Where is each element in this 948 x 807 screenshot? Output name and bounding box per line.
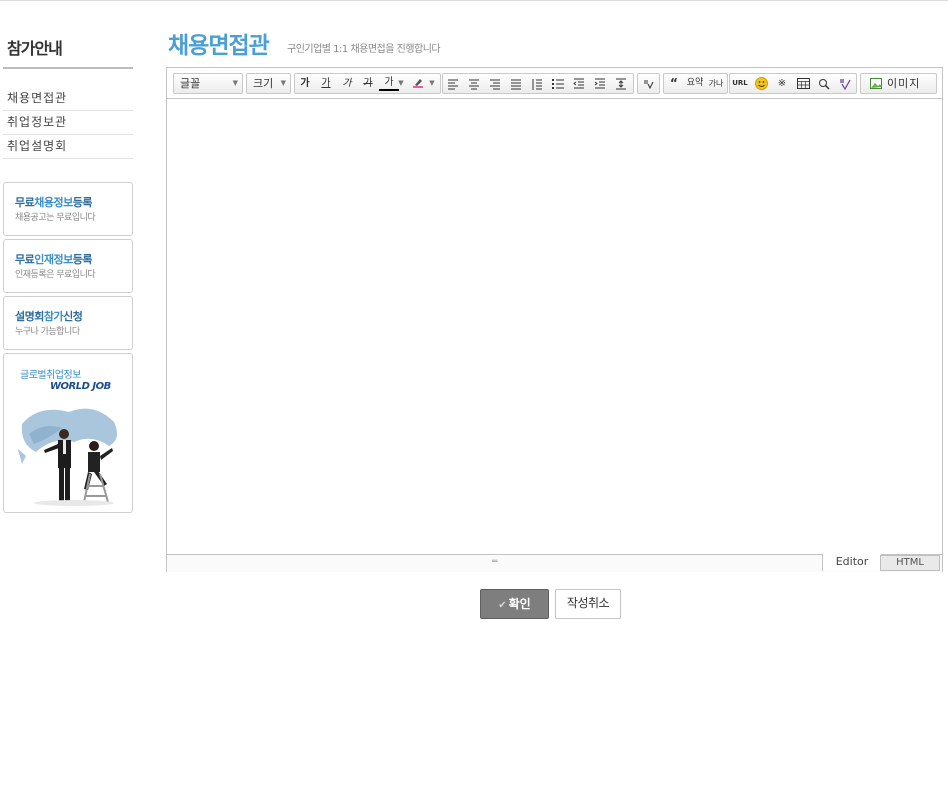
underline-button[interactable]: 가 [316, 74, 336, 93]
emoticon-icon[interactable] [751, 74, 771, 93]
editor-toolbar: 글꼴 ▼ 크기 ▼ 가 가 가 가 가 ▼ ▼ “ 요약 가나 URL ※ 이미… [167, 68, 942, 99]
box-subtitle: 채용공고는 무료입니다 [15, 213, 96, 223]
free-job-register-box[interactable]: 무료채용정보등록 채용공고는 무료입니다 [3, 182, 133, 236]
paragraph-spacing-icon[interactable] [611, 74, 631, 93]
special-char-icon[interactable]: ※ [772, 74, 792, 93]
chevron-down-icon[interactable]: ▼ [426, 74, 438, 93]
indent-icon[interactable] [590, 74, 610, 93]
align-right-icon[interactable] [485, 74, 505, 93]
align-center-icon[interactable] [464, 74, 484, 93]
top-border [0, 0, 948, 1]
insert-image-label: 이미지 [887, 77, 921, 90]
chevron-down-icon: ▼ [232, 79, 238, 87]
editor-content-area[interactable] [167, 99, 942, 554]
spell-check-group [637, 73, 660, 94]
outdent-icon[interactable] [569, 74, 589, 93]
worldjob-logo: WORLD JOB [50, 381, 111, 392]
sidebar-item-jobinfo[interactable]: 취업정보관 [3, 111, 133, 135]
strikethrough-button[interactable]: 가 [358, 74, 378, 93]
font-family-select[interactable]: 글꼴 ▼ [173, 73, 243, 94]
page-title: 채용면접관 [168, 33, 270, 59]
box-title: 무료채용정보등록 [15, 196, 92, 209]
search-icon[interactable] [814, 74, 834, 93]
sidebar-title: 참가안내 [7, 39, 63, 58]
ordered-list-icon[interactable] [548, 74, 568, 93]
chevron-down-icon: ▼ [280, 79, 286, 87]
promo-people-image [18, 408, 118, 506]
worldjob-promo-banner[interactable]: 글로벌취업정보 WORLD JOB [3, 353, 133, 513]
align-left-icon[interactable] [443, 74, 463, 93]
check-icon: ✔ [498, 600, 507, 611]
insert-image-button[interactable]: 이미지 [860, 73, 937, 94]
align-justify-icon[interactable] [506, 74, 526, 93]
free-talent-register-box[interactable]: 무료인재정보등록 인재등록은 무료입니다 [3, 239, 133, 293]
quote-button[interactable]: “ [664, 74, 684, 93]
insert-object-group: URL ※ [729, 73, 857, 94]
paragraph-group [442, 73, 634, 94]
promo-title: 글로벌취업정보 [20, 370, 81, 381]
table-icon[interactable] [793, 74, 813, 93]
sidebar-menu: 채용면접관 취업정보관 취업설명회 [3, 87, 133, 159]
briefing-apply-box[interactable]: 설명회참가신청 누구나 가능합니다 [3, 296, 133, 350]
font-size-label: 크기 [253, 77, 274, 90]
cancel-button[interactable]: 작성취소 [555, 589, 621, 619]
superscript-button[interactable]: 가나 [706, 74, 726, 93]
sidebar-divider [3, 67, 133, 69]
box-title: 무료인재정보등록 [15, 253, 92, 266]
summary-button[interactable]: 요약 [685, 74, 705, 93]
editor-resize-bar[interactable]: ═ Editor HTML [167, 554, 942, 572]
text-style-group: 가 가 가 가 가 ▼ ▼ [294, 73, 441, 94]
italic-button[interactable]: 가 [337, 74, 357, 93]
page-subtitle: 구인기업별 1:1 채용면접을 진행합니다 [287, 44, 441, 55]
tab-html-mode[interactable]: HTML [880, 555, 940, 571]
confirm-label: 확인 [508, 597, 531, 611]
line-height-icon[interactable] [527, 74, 547, 93]
sidebar-item-briefing[interactable]: 취업설명회 [3, 135, 133, 159]
rich-text-editor: 글꼴 ▼ 크기 ▼ 가 가 가 가 가 ▼ ▼ “ 요약 가나 URL ※ 이미… [166, 67, 943, 572]
image-icon [870, 78, 882, 89]
resize-handle-icon[interactable]: ═ [492, 557, 497, 567]
box-subtitle: 인재등록은 무료입니다 [15, 270, 96, 280]
sidebar-item-interview[interactable]: 채용면접관 [3, 87, 133, 111]
insert-text-group: “ 요약 가나 [663, 73, 728, 94]
confirm-button[interactable]: ✔ 확인 [480, 589, 549, 619]
highlight-color-icon[interactable] [408, 74, 428, 93]
font-size-select[interactable]: 크기 ▼ [246, 73, 291, 94]
spell-check-icon[interactable] [638, 74, 658, 93]
chevron-down-icon[interactable]: ▼ [396, 74, 406, 93]
bold-button[interactable]: 가 [295, 74, 315, 93]
tab-editor-mode[interactable]: Editor [822, 554, 881, 571]
box-subtitle: 누구나 가능합니다 [15, 327, 80, 337]
font-family-label: 글꼴 [180, 77, 201, 90]
box-title: 설명회참가신청 [15, 310, 83, 323]
spell-correct-icon[interactable] [835, 74, 855, 93]
insert-link-button[interactable]: URL [730, 74, 750, 93]
